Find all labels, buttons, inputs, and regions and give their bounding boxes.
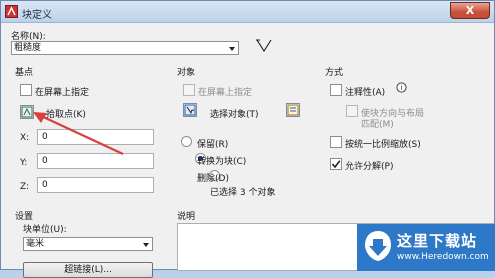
block-definition-dialog: 块定义 X 名称(N): 粗糙度 基点 在屏幕上指定 拾取点(K) X: 0 Y… (0, 0, 495, 278)
retain-radio[interactable] (181, 136, 192, 147)
retain-label: 保留(R) (197, 140, 229, 150)
select-objects-icon (184, 104, 196, 116)
hyperlink-button[interactable]: 超链接(L)... (23, 262, 153, 278)
block-unit-value: 毫米 (26, 239, 45, 249)
block-preview-icon (256, 39, 272, 53)
block-unit-label: 块单位(U): (23, 225, 67, 235)
objects-section-title: 对象 (177, 68, 196, 78)
annotative-checkbox[interactable] (330, 84, 342, 96)
block-unit-dropdown-icon (143, 243, 149, 247)
match-orientation-label-line2: 匹配(M) (361, 120, 394, 130)
z-value: 0 (42, 180, 48, 190)
window-title: 块定义 (22, 10, 52, 21)
select-objects-button[interactable] (183, 103, 197, 117)
watermark-url: www.Heredown.com (397, 252, 489, 262)
svg-text:i: i (401, 84, 403, 92)
x-label: X: (20, 133, 30, 143)
allow-exploding-checkbox[interactable] (330, 158, 342, 170)
scale-uniformly-label: 按统一比例缩放(S) (345, 140, 421, 150)
quick-select-icon (287, 104, 299, 116)
behavior-section-title: 方式 (325, 68, 344, 78)
annotative-info-icon: i (396, 82, 407, 93)
allow-exploding-label: 允许分解(P) (345, 162, 394, 172)
quick-select-button[interactable] (286, 103, 300, 117)
settings-section-title: 设置 (15, 212, 34, 222)
objects-specify-on-screen-checkbox[interactable] (183, 84, 195, 96)
match-orientation-checkbox[interactable] (346, 105, 358, 117)
block-unit-select[interactable]: 毫米 (23, 237, 153, 251)
dropdown-arrow-icon (229, 47, 235, 51)
title-bar: 块定义 X (1, 1, 494, 23)
checkmark-icon (331, 160, 341, 169)
hyperlink-button-label: 超链接(L)... (64, 265, 112, 275)
description-section-title: 说明 (177, 212, 196, 222)
annotation-arrow-icon (33, 112, 124, 155)
scale-uniformly-checkbox[interactable] (330, 136, 342, 148)
objects-specify-on-screen-label: 在屏幕上指定 (198, 88, 253, 98)
annotative-label: 注释性(A) (345, 88, 386, 98)
watermark-name: 这里下载站 (397, 232, 478, 250)
y-label: Y: (20, 158, 28, 168)
convert-to-block-label: 转换为块(C) (197, 157, 247, 167)
close-icon: X (465, 4, 475, 17)
selected-objects-status: 已选择 3 个对象 (210, 188, 276, 198)
autocad-app-icon (5, 5, 18, 18)
download-logo-icon (365, 231, 391, 261)
z-coordinate-input[interactable]: 0 (37, 177, 154, 193)
base-specify-on-screen-checkbox[interactable] (20, 84, 32, 96)
delete-label: 删除(D) (197, 174, 229, 184)
select-objects-label: 选择对象(T) (210, 110, 259, 120)
watermark: 这里下载站 www.Heredown.com (357, 224, 495, 271)
name-combobox[interactable]: 粗糙度 (11, 41, 239, 55)
base-point-section-title: 基点 (15, 68, 34, 78)
name-value: 粗糙度 (14, 43, 42, 53)
z-label: Z: (20, 182, 30, 192)
base-specify-on-screen-label: 在屏幕上指定 (35, 88, 90, 98)
close-button[interactable]: X (450, 2, 490, 19)
